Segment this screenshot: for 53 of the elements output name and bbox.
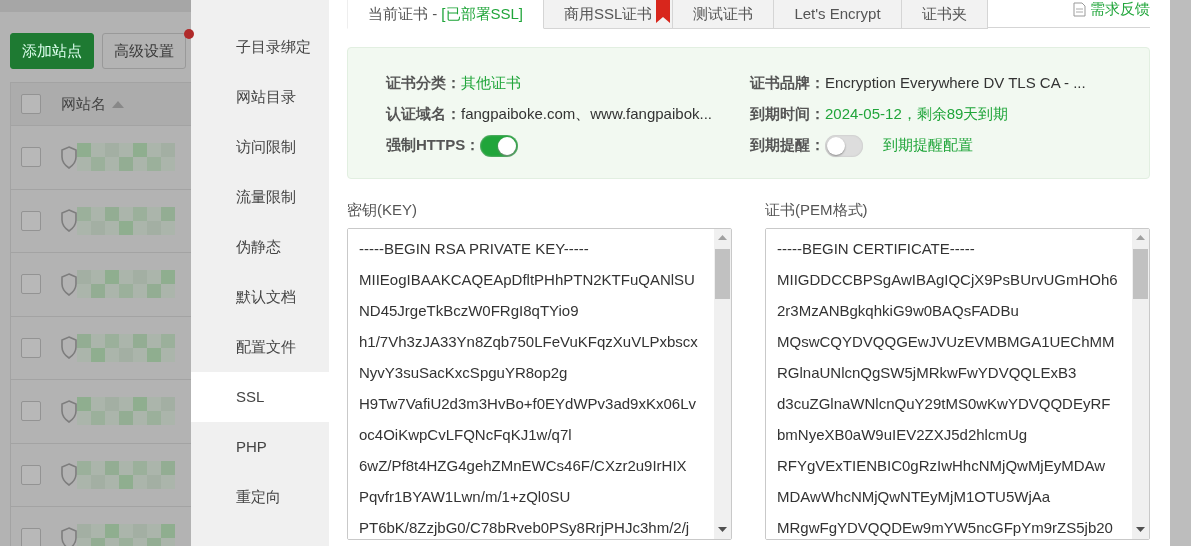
sidebar-item[interactable]: SSL [191,372,329,422]
toggle-switch[interactable] [825,134,863,157]
checkbox[interactable] [21,528,41,546]
field-label: 证书(PEM格式) [765,200,869,220]
sort-icon[interactable] [112,100,124,108]
field-label: 密钥(KEY) [347,200,418,220]
shield-icon [61,209,77,233]
shield-icon [61,526,77,546]
tab[interactable]: 商用SSL证书 [544,0,674,29]
field-value: 2024-05-12，剩余89天到期 [825,104,1009,125]
sidebar-item[interactable]: 流量限制 [191,172,329,222]
toggle-switch[interactable] [480,134,519,157]
sidebar-item[interactable]: 访问限制 [191,122,329,172]
checkbox[interactable] [21,210,41,231]
sidebar-item[interactable]: 重定向 [191,472,329,522]
shield-icon [61,272,77,296]
sidebar-item[interactable]: 默认文档 [191,272,329,322]
field-value: 其他证书 [461,73,521,94]
checkbox[interactable] [21,464,41,485]
sidebar-item[interactable]: 伪静态 [191,222,329,272]
shield-icon [61,145,77,169]
shield-icon [61,336,77,360]
sidebar-item[interactable]: 配置文件 [191,322,329,372]
field-label: 到期时间： [750,104,825,125]
tab[interactable]: 当前证书 - [已部署SSL] [347,0,545,29]
field-label: 认证域名： [386,104,461,125]
notification-dot [184,29,194,39]
field-label: 强制HTTPS： [386,135,481,156]
field-label: 到期提醒： [750,135,825,156]
add-site-button[interactable]: 添加站点 [10,33,94,69]
tab[interactable]: 测试证书 [673,0,775,29]
sidebar-item[interactable]: PHP [191,422,329,472]
tab[interactable]: 证书夹 [901,0,988,29]
sidebar-item[interactable]: 子目录绑定 [191,22,329,72]
certificate-field[interactable]: -----BEGIN CERTIFICATE----- MIIGDDCCBPSgAwIBAgIQCjX9PsBUrvUGmHOh6 2r3MzANBgkqhkiG9w0BAQsFADBu MQswCQYDVQQGEwJVUzEVMBMGA1UEChMM RGlnaUNlcnQgSW5jMRkwFwYDVQQLExB3 d3cuZGlnaWNlcnQuY29tMS0wKwYDVQQDEyRF bmNyeXB0aW9uIEV2ZXJ5d2hlcmUg RFYgVExTIENBIC0gRzIwHhcNMjQwMjEyMDAw MDAwWhcNMjQwNTEyMjM1OTU5WjAa MRgwFgYDVQQDEw9mYW5ncGFpYm9rZS5jb20 [765,227,1150,540]
field-value: Encryption Everywhere DV TLS CA - ... [825,73,1086,94]
checkbox[interactable] [21,401,41,422]
field-value: fangpaiboke.com、www.fangpaibok... [461,104,712,125]
tab[interactable]: Let's Encrypt [774,0,902,29]
checkbox[interactable] [21,337,41,358]
sidebar-item[interactable]: 网站目录 [191,72,329,122]
column-header[interactable]: 网站名 [61,92,106,116]
private-key-field[interactable]: -----BEGIN RSA PRIVATE KEY----- MIIEogIBAAKCAQEApDfltPHhPTN2KTFuQANlSU ND45JrgeTkBczW0FRgI8qTYio9 h1/7Vh3zJA33Yn8Zqb750LFeVuKFqzXuVLPxbscx NyvY3suSacKxcSpguYR8op2g H9Tw7VafiU2d3m3HvBo+f0EYdWPv3ad9xKx06Lv oc4OiKwpCvLFQNcFqKJ1w/q7l 6wZ/Pf8t4HZG4gehZMnEWCs46F/CXzr2u9IrHIX Pqvfr1BYAW1Lwn/m/1+zQl0SU PT6bK/8ZzjbG0/C78bRveb0PSy8RrjPHJc3hm/2/j [347,227,732,540]
scrollbar[interactable] [1132,228,1149,539]
field-label: 证书分类： [386,73,461,94]
settings-button[interactable]: 高级设置 [102,33,186,69]
scrollbar[interactable] [714,228,731,539]
checkbox[interactable] [21,274,41,295]
checkbox[interactable] [21,147,41,168]
field-label: 证书品牌： [750,73,825,94]
shield-icon [61,463,77,487]
shield-icon [61,399,77,423]
checkbox[interactable] [21,94,41,114]
